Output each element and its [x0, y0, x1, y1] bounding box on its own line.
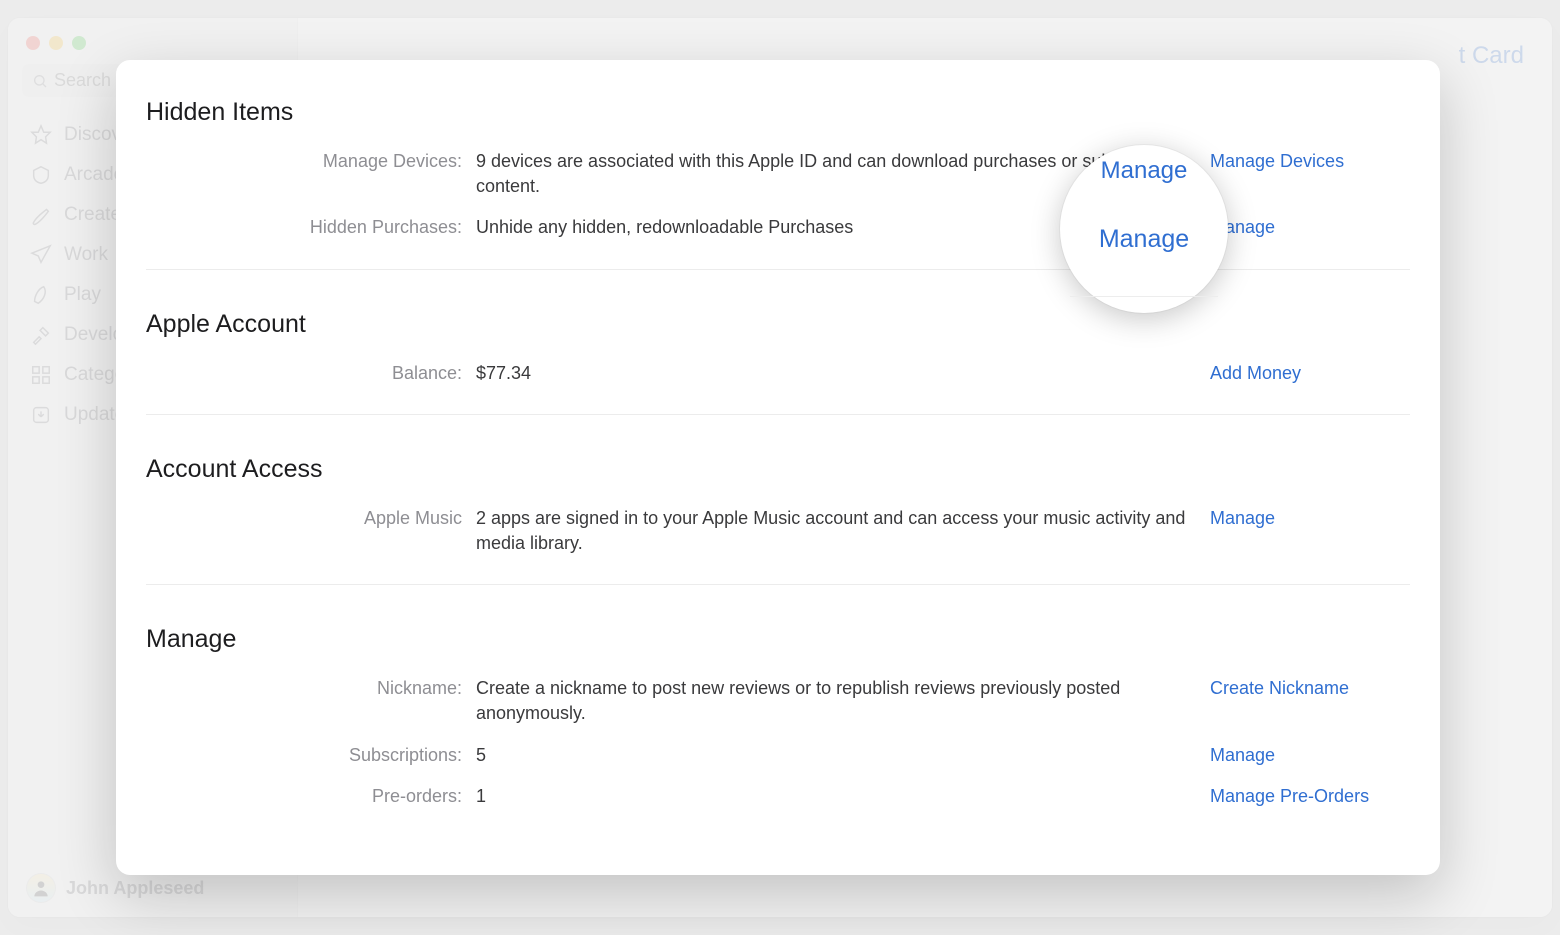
row-preorders: Pre-orders: 1 Manage Pre-Orders: [146, 784, 1410, 809]
section-title: Manage: [146, 625, 1410, 654]
row-value: 5: [476, 743, 1210, 768]
row-nickname: Nickname: Create a nickname to post new …: [146, 676, 1410, 726]
row-label: Apple Music: [146, 506, 476, 531]
section-title: Hidden Items: [146, 98, 1410, 127]
manage-apple-music-link[interactable]: Manage: [1210, 508, 1275, 528]
row-label: Nickname:: [146, 676, 476, 701]
row-label: Manage Devices:: [146, 149, 476, 174]
magnifier-top-text: Manage: [1101, 159, 1188, 183]
manage-devices-link[interactable]: Manage Devices: [1210, 151, 1344, 171]
section-title: Account Access: [146, 455, 1410, 484]
row-value: 2 apps are signed in to your Apple Music…: [476, 506, 1210, 556]
row-label: Subscriptions:: [146, 743, 476, 768]
section-apple-account: Apple Account Balance: $77.34 Add Money: [146, 310, 1410, 415]
row-label: Pre-orders:: [146, 784, 476, 809]
magnifier-divider: [1070, 296, 1218, 297]
row-value: 1: [476, 784, 1210, 809]
section-manage: Manage Nickname: Create a nickname to po…: [146, 625, 1410, 837]
row-label: Hidden Purchases:: [146, 215, 476, 240]
section-title: Apple Account: [146, 310, 1410, 339]
row-value: $77.34: [476, 361, 1210, 386]
section-account-access: Account Access Apple Music 2 apps are si…: [146, 455, 1410, 585]
account-settings-sheet: Hidden Items Manage Devices: 9 devices a…: [116, 60, 1440, 875]
row-value: Create a nickname to post new reviews or…: [476, 676, 1210, 726]
manage-subscriptions-link[interactable]: Manage: [1210, 745, 1275, 765]
create-nickname-link[interactable]: Create Nickname: [1210, 678, 1349, 698]
row-subscriptions: Subscriptions: 5 Manage: [146, 743, 1410, 768]
magnifier-focus-text: Manage: [1099, 225, 1189, 254]
magnifier-callout: Manage Manage: [1060, 145, 1228, 313]
row-balance: Balance: $77.34 Add Money: [146, 361, 1410, 386]
row-label: Balance:: [146, 361, 476, 386]
manage-preorders-link[interactable]: Manage Pre-Orders: [1210, 786, 1369, 806]
row-manage-devices: Manage Devices: 9 devices are associated…: [146, 149, 1410, 199]
add-money-link[interactable]: Add Money: [1210, 363, 1301, 383]
row-apple-music: Apple Music 2 apps are signed in to your…: [146, 506, 1410, 556]
